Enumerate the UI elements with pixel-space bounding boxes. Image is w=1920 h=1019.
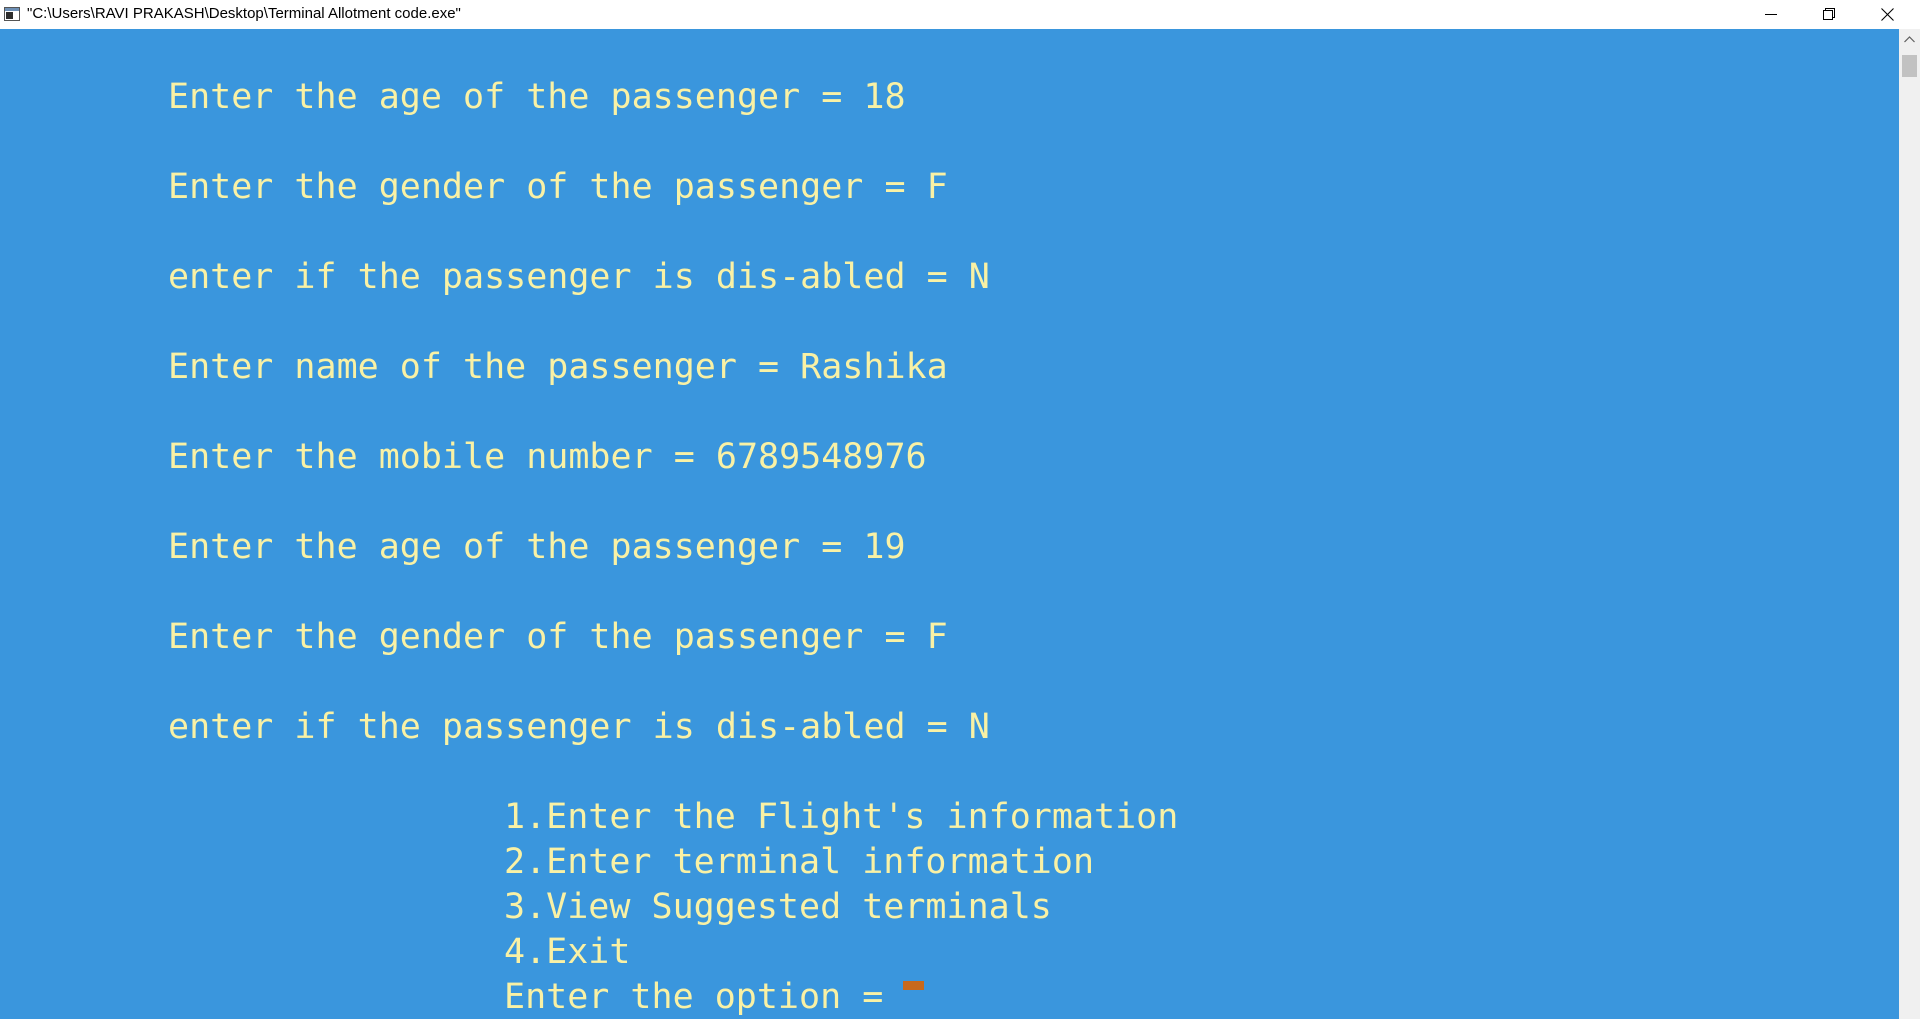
restore-button[interactable] bbox=[1800, 0, 1858, 29]
scrollbar-thumb[interactable] bbox=[1902, 55, 1917, 77]
console-line: Enter the age of the passenger = 19 bbox=[168, 527, 906, 567]
console-line: enter if the passenger is dis-abled = N bbox=[168, 257, 990, 297]
close-icon bbox=[1881, 8, 1894, 21]
menu-option: 2.Enter terminal information bbox=[504, 842, 1095, 882]
vertical-scrollbar[interactable] bbox=[1899, 29, 1920, 1019]
console-app-icon[interactable] bbox=[4, 7, 20, 21]
menu-option: 1.Enter the Flight's information bbox=[504, 797, 1179, 837]
text-cursor bbox=[903, 981, 924, 990]
minimize-button[interactable] bbox=[1742, 0, 1800, 29]
scroll-up-button[interactable] bbox=[1899, 29, 1920, 50]
console-line: Enter the age of the passenger = 18 bbox=[168, 77, 906, 117]
restore-icon bbox=[1823, 8, 1835, 20]
window-title: "C:\Users\RAVI PRAKASH\Desktop\Terminal … bbox=[27, 5, 461, 22]
option-input-prompt[interactable]: Enter the option = bbox=[504, 976, 904, 1018]
console-output[interactable]: Enter the age of the passenger = 18 Ente… bbox=[0, 29, 1899, 1019]
menu-option: 3.View Suggested terminals bbox=[504, 887, 1052, 927]
console-line: Enter name of the passenger = Rashika bbox=[168, 347, 948, 387]
chevron-up-icon bbox=[1904, 36, 1915, 43]
console-window: "C:\Users\RAVI PRAKASH\Desktop\Terminal … bbox=[0, 0, 1920, 1019]
title-bar[interactable]: "C:\Users\RAVI PRAKASH\Desktop\Terminal … bbox=[0, 0, 1920, 29]
minimize-icon bbox=[1765, 14, 1777, 15]
console-line: Enter the gender of the passenger = F bbox=[168, 617, 948, 657]
menu-option: 4.Exit bbox=[504, 932, 631, 972]
close-button[interactable] bbox=[1858, 0, 1920, 29]
console-line: Enter the mobile number = 6789548976 bbox=[168, 437, 927, 477]
console-line: enter if the passenger is dis-abled = N bbox=[168, 707, 990, 747]
console-line: Enter the gender of the passenger = F bbox=[168, 167, 948, 207]
